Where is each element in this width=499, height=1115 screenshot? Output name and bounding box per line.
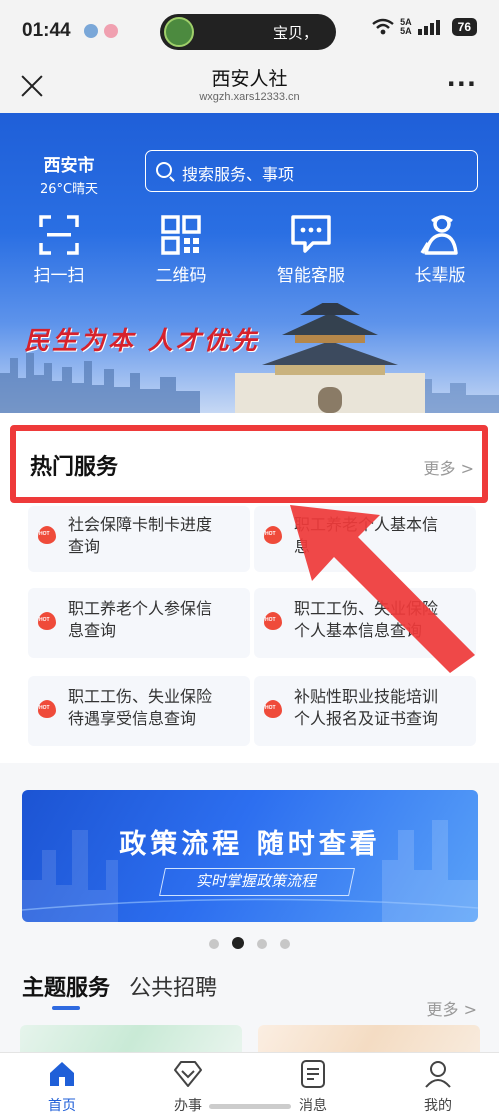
carousel-dots xyxy=(0,934,499,953)
elder-person-icon xyxy=(418,213,462,257)
quick-action-label: 智能客服 xyxy=(277,266,345,286)
carousel-dot[interactable] xyxy=(280,939,291,949)
quick-action-label: 长辈版 xyxy=(414,266,466,286)
diamond-icon xyxy=(173,1059,203,1089)
hero-header: 西安市 26°C晴天 搜索服务、事项 扫一扫 二维码 智能客服 长辈版 民生为本… xyxy=(0,113,499,413)
title-bar: 西安人社 wxgzh.xars12333.cn ··· xyxy=(0,60,499,113)
hot-service-card[interactable]: 补贴性职业技能培训 个人报名及证书查询 xyxy=(254,676,476,746)
carousel-dot[interactable] xyxy=(257,939,268,949)
service-title-line: 社会保障卡制卡进度 xyxy=(68,515,213,534)
city-skyline-illustration xyxy=(0,303,499,413)
more-menu-button[interactable]: ··· xyxy=(447,70,477,98)
promo-banner[interactable]: 政策流程 随时查看 实时掌握政策流程 xyxy=(22,790,478,922)
service-title-line: 补贴性职业技能培训 xyxy=(294,687,439,706)
weather-text: 26°C晴天 xyxy=(39,182,99,197)
home-icon xyxy=(47,1059,77,1089)
dynamic-island[interactable]: 宝贝， xyxy=(160,14,336,50)
qrcode-icon xyxy=(159,213,203,257)
status-time: 01:44 xyxy=(22,20,71,41)
hot-flame-icon xyxy=(38,526,56,544)
service-title: 补贴性职业技能培训 个人报名及证书查询 xyxy=(294,686,468,730)
hot-service-card[interactable]: 社会保障卡制卡进度 查询 xyxy=(28,506,250,572)
carousel-dot[interactable] xyxy=(208,939,219,949)
status-indicators: 5A 5A 76 xyxy=(372,18,477,36)
service-title-line: 待遇享受信息查询 xyxy=(68,709,197,728)
notification-icon xyxy=(84,24,98,38)
nav-label: 我的 xyxy=(424,1098,452,1114)
service-title-line: 查询 xyxy=(68,537,101,556)
home-indicator[interactable] xyxy=(209,1104,291,1109)
hot-service-card[interactable]: 职工养老个人参保信 息查询 xyxy=(28,588,250,658)
service-title: 职工养老个人参保信 息查询 xyxy=(68,598,242,642)
tab-theme-services[interactable]: 主题服务 xyxy=(22,970,110,1010)
wifi-icon xyxy=(372,18,394,35)
more-link[interactable]: 更多 > xyxy=(427,996,478,1020)
network-label: 5A 5A xyxy=(400,18,412,36)
message-doc-icon xyxy=(298,1059,328,1089)
dynamic-island-text: 宝贝， xyxy=(272,24,318,42)
hot-service-card[interactable]: 职工工伤、失业保险 待遇享受信息查询 xyxy=(28,676,250,746)
quick-action-label: 二维码 xyxy=(155,266,207,286)
hot-flame-icon xyxy=(38,700,56,718)
more-link[interactable]: 更多 > xyxy=(424,455,475,479)
quick-action-elder[interactable]: 长辈版 xyxy=(385,213,495,286)
annotation-arrow-icon xyxy=(290,505,475,673)
banner-title: 政策流程 随时查看 xyxy=(119,829,381,860)
hot-flame-icon xyxy=(38,612,56,630)
section-title: 热门服务 xyxy=(30,455,119,480)
chat-bubble-icon xyxy=(289,213,333,257)
page-title: 西安人社 xyxy=(211,68,288,90)
banner-subtitle: 实时掌握政策流程 xyxy=(159,868,355,896)
theme-tabs: 主题服务 公共招聘 xyxy=(22,970,231,1010)
person-icon xyxy=(423,1059,453,1089)
service-title-line: 个人报名及证书查询 xyxy=(294,709,439,728)
city-weather[interactable]: 西安市 26°C晴天 xyxy=(24,151,114,197)
carousel-dot-active[interactable] xyxy=(231,937,244,949)
signal-icon xyxy=(417,20,440,35)
hot-flame-icon xyxy=(264,700,282,718)
avatar xyxy=(164,17,194,47)
battery-badge: 76 xyxy=(451,18,477,36)
scan-icon xyxy=(37,213,81,257)
nav-profile[interactable]: 我的 xyxy=(388,1059,488,1115)
quick-action-scan[interactable]: 扫一扫 xyxy=(4,213,114,286)
service-title-line: 息查询 xyxy=(68,621,117,640)
service-title: 职工工伤、失业保险 待遇享受信息查询 xyxy=(68,686,242,730)
nav-label: 首页 xyxy=(48,1098,76,1114)
service-title-line: 职工工伤、失业保险 xyxy=(68,687,213,706)
search-icon xyxy=(156,162,172,178)
app-page: 01:44 宝贝， 5A 5A 76 西安人社 wxgzh.xars12333.… xyxy=(0,0,499,1115)
quick-action-label: 扫一扫 xyxy=(33,266,85,286)
search-placeholder: 搜索服务、事项 xyxy=(182,165,295,184)
hot-services-header: 热门服务 更多 > xyxy=(10,425,488,503)
quick-action-qrcode[interactable]: 二维码 xyxy=(126,213,236,286)
quick-action-chat[interactable]: 智能客服 xyxy=(256,213,366,286)
page-url: wxgzh.xars12333.cn xyxy=(199,91,300,103)
search-input[interactable]: 搜索服务、事项 xyxy=(145,150,478,192)
city-name: 西安市 xyxy=(43,156,95,176)
network-bottom: 5A xyxy=(400,26,412,36)
tab-public-recruitment[interactable]: 公共招聘 xyxy=(129,970,217,1002)
service-title-line: 职工养老个人参保信 xyxy=(68,599,213,618)
notification-icon xyxy=(104,24,118,38)
service-title: 社会保障卡制卡进度 查询 xyxy=(68,514,242,558)
nav-home[interactable]: 首页 xyxy=(12,1059,112,1115)
status-bar: 01:44 宝贝， 5A 5A 76 xyxy=(0,0,499,60)
